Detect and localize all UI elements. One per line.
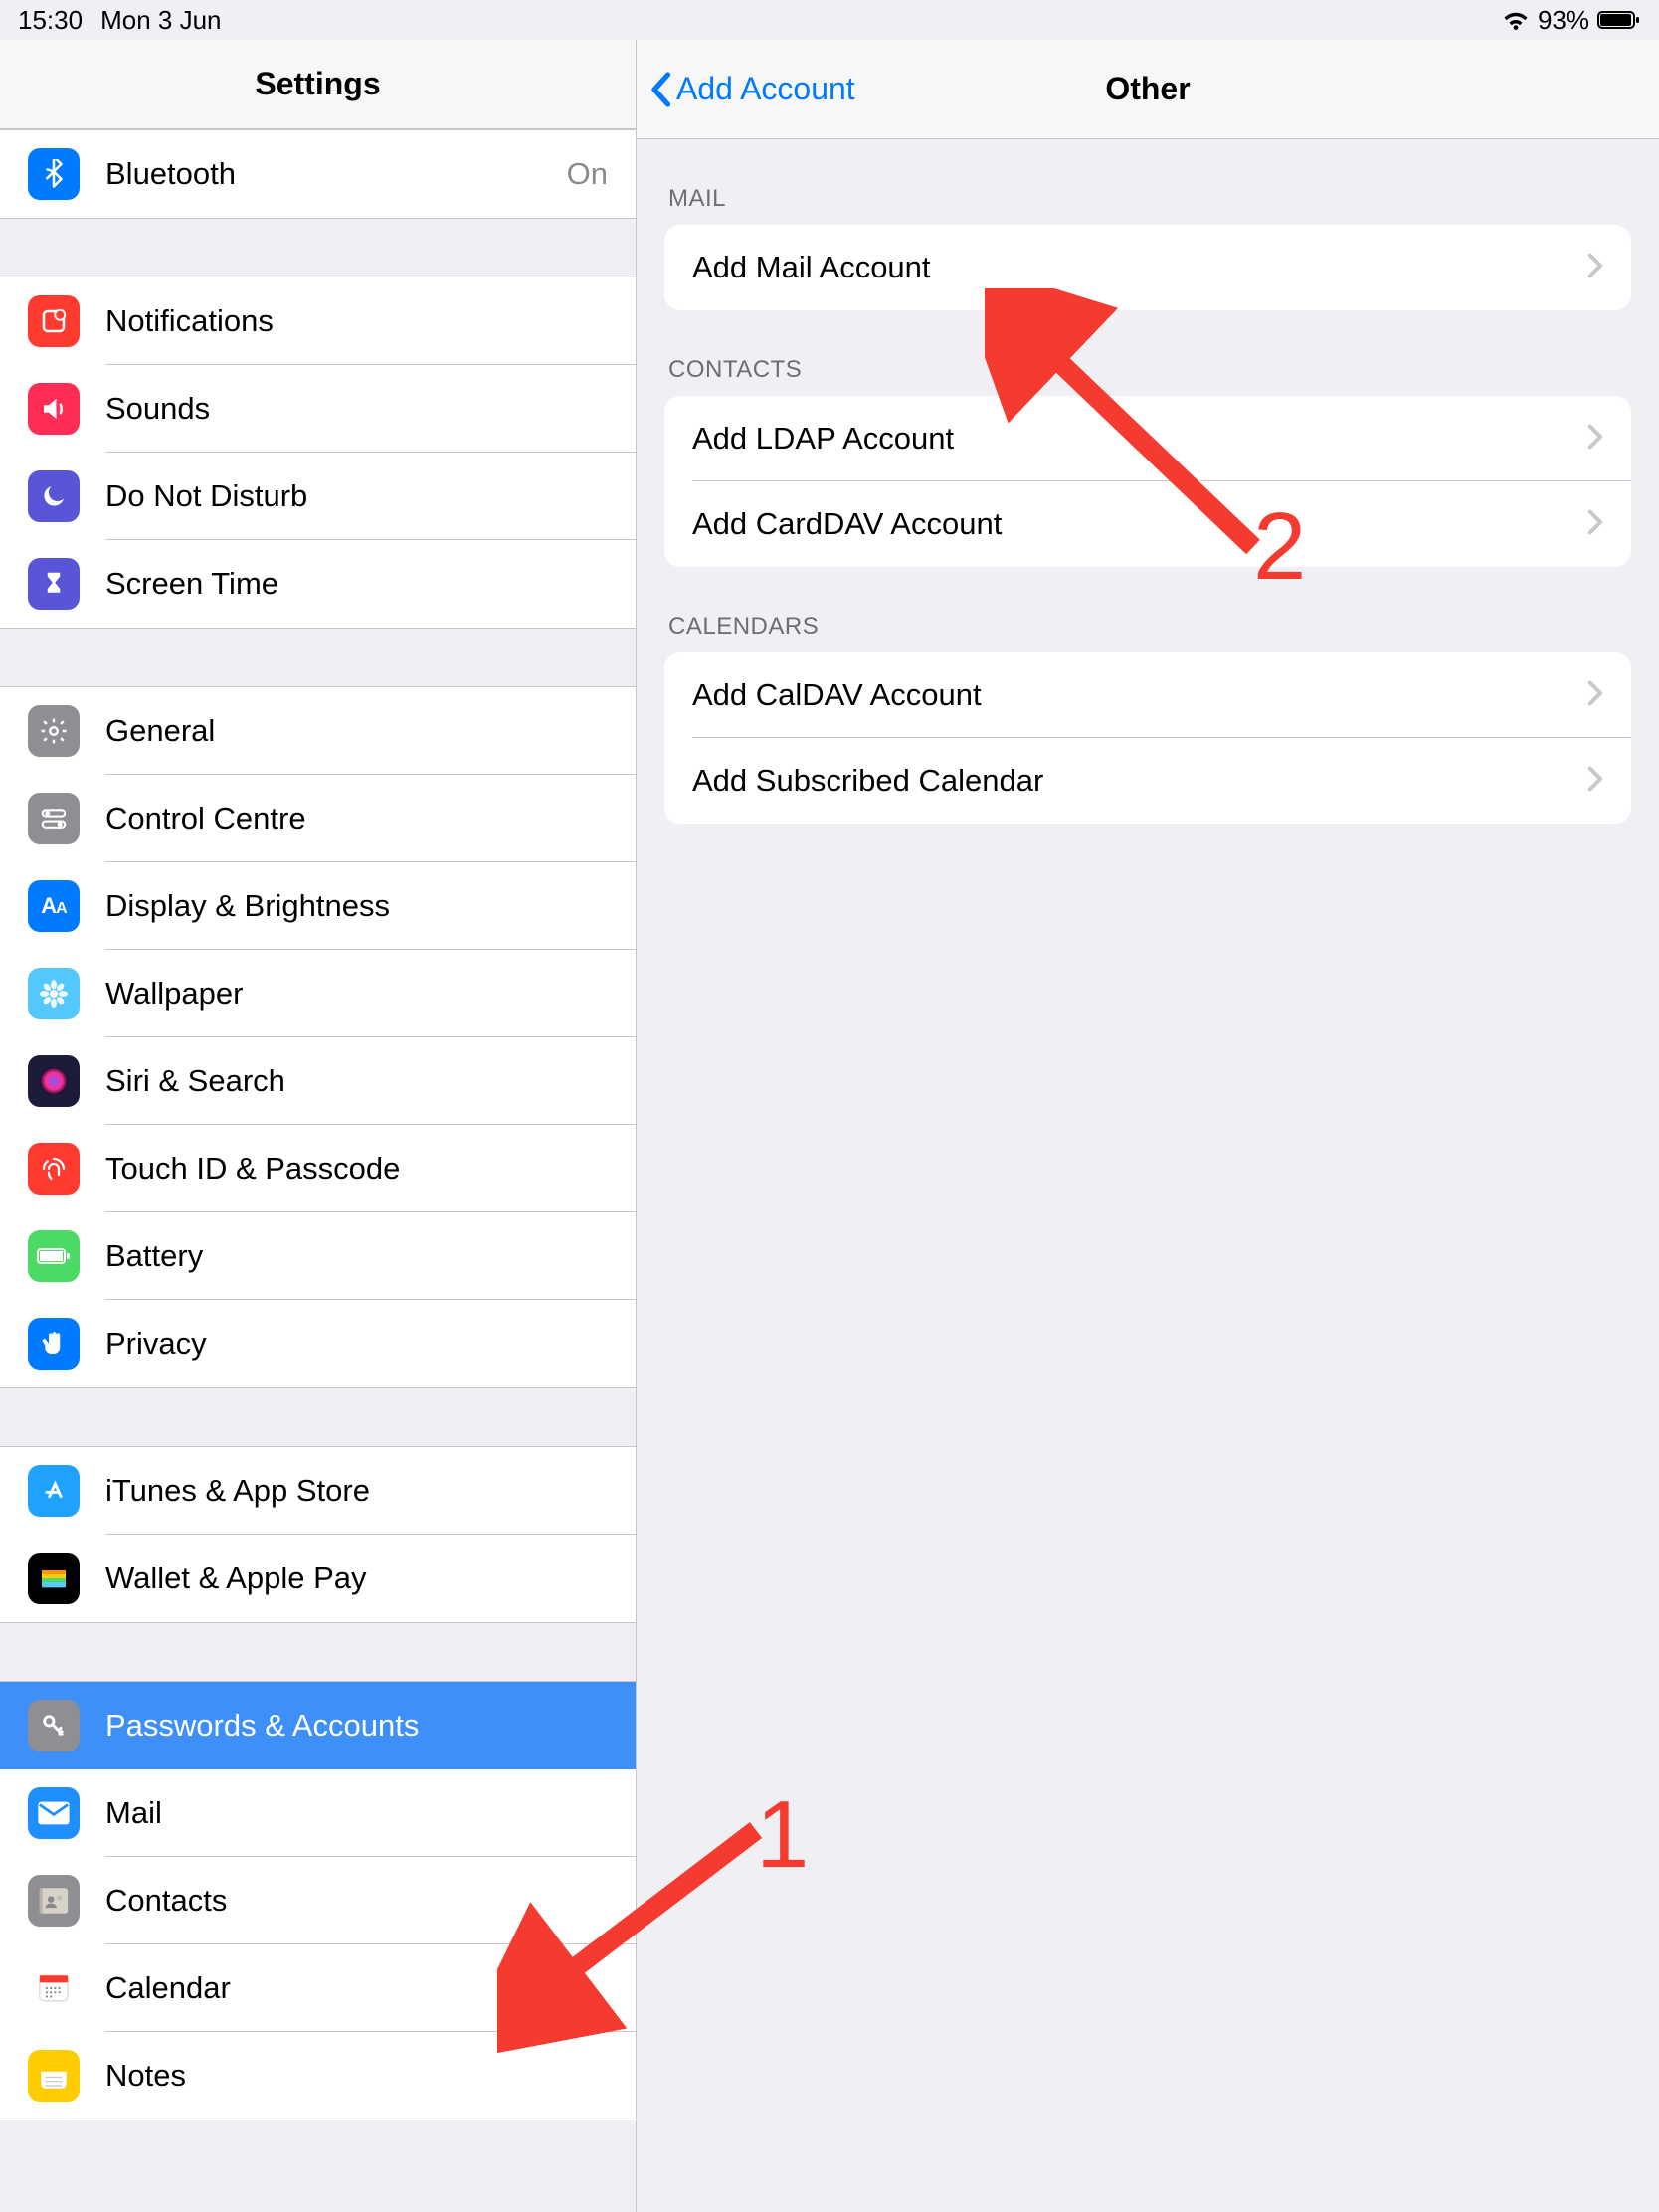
sidebar-item-label: Mail bbox=[105, 1795, 636, 1831]
aa-icon: AA bbox=[28, 880, 80, 932]
status-bar: 15:30 Mon 3 Jun 93% bbox=[0, 0, 1659, 40]
sidebar-item-label: iTunes & App Store bbox=[105, 1473, 636, 1509]
sidebar-item-wallet[interactable]: Wallet & Apple Pay bbox=[0, 1535, 636, 1622]
sidebar-item-label: Passwords & Accounts bbox=[105, 1708, 636, 1744]
flower-icon bbox=[28, 968, 80, 1019]
sidebar-item-label: Wallet & Apple Pay bbox=[105, 1561, 636, 1596]
sidebar-item-value: On bbox=[567, 156, 636, 192]
sidebar-item-label: Wallpaper bbox=[105, 976, 636, 1012]
sidebar-item-label: Contacts bbox=[105, 1883, 636, 1919]
calendar-icon bbox=[28, 1962, 80, 2014]
sidebar-item-label: Calendar bbox=[105, 1970, 636, 2006]
battery-icon bbox=[1597, 9, 1641, 31]
sidebar-item-privacy[interactable]: Privacy bbox=[0, 1300, 636, 1387]
sidebar-item-siri[interactable]: Siri & Search bbox=[0, 1037, 636, 1125]
detail-row-label: Add LDAP Account bbox=[692, 421, 1587, 457]
sidebar-item-mail[interactable]: Mail bbox=[0, 1769, 636, 1857]
chevron-right-icon bbox=[1587, 509, 1603, 540]
sidebar-item-sounds[interactable]: Sounds bbox=[0, 365, 636, 453]
detail-row-label: Add Subscribed Calendar bbox=[692, 763, 1587, 799]
wallet-icon bbox=[28, 1553, 80, 1604]
detail-title: Other bbox=[1105, 71, 1190, 107]
section-header: CONTACTS bbox=[637, 310, 1659, 396]
sidebar-item-label: Touch ID & Passcode bbox=[105, 1151, 636, 1187]
toggles-icon bbox=[28, 793, 80, 844]
wifi-icon bbox=[1502, 9, 1530, 31]
back-label: Add Account bbox=[676, 71, 855, 107]
sidebar-item-display[interactable]: AA Display & Brightness bbox=[0, 862, 636, 950]
detail-header: Add Account Other bbox=[637, 40, 1659, 139]
sidebar-item-label: Notes bbox=[105, 2058, 636, 2094]
battery-percent: 93% bbox=[1538, 5, 1589, 36]
sidebar-item-passwords[interactable]: Passwords & Accounts bbox=[0, 1682, 636, 1769]
sidebar-item-label: Do Not Disturb bbox=[105, 478, 636, 514]
sidebar-item-label: Screen Time bbox=[105, 566, 636, 602]
moon-icon bbox=[28, 470, 80, 522]
bluetooth-icon bbox=[28, 148, 80, 200]
battery-icon bbox=[28, 1230, 80, 1282]
detail-row-label: Add Mail Account bbox=[692, 250, 1587, 285]
hourglass-icon bbox=[28, 558, 80, 610]
sidebar-item-general[interactable]: General bbox=[0, 687, 636, 775]
sidebar-item-bluetooth[interactable]: BluetoothOn bbox=[0, 130, 636, 218]
gear-icon bbox=[28, 705, 80, 757]
detail-row-label: Add CardDAV Account bbox=[692, 506, 1587, 542]
detail-row[interactable]: Add Subscribed Calendar bbox=[664, 738, 1631, 824]
siri-icon bbox=[28, 1055, 80, 1107]
detail-row[interactable]: Add CardDAV Account bbox=[664, 481, 1631, 567]
notifications-icon bbox=[28, 295, 80, 347]
sidebar-item-label: Notifications bbox=[105, 303, 636, 339]
chevron-left-icon bbox=[648, 72, 672, 107]
sidebar-item-touchid[interactable]: Touch ID & Passcode bbox=[0, 1125, 636, 1212]
sidebar-item-label: Privacy bbox=[105, 1326, 636, 1362]
sidebar-item-notifications[interactable]: Notifications bbox=[0, 277, 636, 365]
sidebar-item-label: Control Centre bbox=[105, 801, 636, 836]
contacts-icon bbox=[28, 1875, 80, 1927]
chevron-right-icon bbox=[1587, 424, 1603, 455]
detail-row[interactable]: Add CalDAV Account bbox=[664, 652, 1631, 738]
appstore-icon bbox=[28, 1465, 80, 1517]
chevron-right-icon bbox=[1587, 253, 1603, 283]
detail-pane: Add Account Other MAIL Add Mail Account CO… bbox=[637, 40, 1659, 2212]
mail-icon bbox=[28, 1787, 80, 1839]
sidebar-item-wallpaper[interactable]: Wallpaper bbox=[0, 950, 636, 1037]
detail-row[interactable]: Add LDAP Account bbox=[664, 396, 1631, 481]
detail-row[interactable]: Add Mail Account bbox=[664, 225, 1631, 310]
sidebar-item-dnd[interactable]: Do Not Disturb bbox=[0, 453, 636, 540]
sidebar-item-label: Display & Brightness bbox=[105, 888, 636, 924]
status-time: 15:30 bbox=[18, 5, 83, 36]
status-date: Mon 3 Jun bbox=[100, 5, 221, 36]
sidebar-item-calendar[interactable]: Calendar bbox=[0, 1944, 636, 2032]
sidebar-item-contacts[interactable]: Contacts bbox=[0, 1857, 636, 1944]
main-container: Settings BluetoothOn Notifications Sounds D… bbox=[0, 40, 1659, 2212]
sidebar-item-screentime[interactable]: Screen Time bbox=[0, 540, 636, 628]
sidebar-item-label: Siri & Search bbox=[105, 1063, 636, 1099]
notes-icon bbox=[28, 2050, 80, 2102]
sidebar-item-label: Bluetooth bbox=[105, 156, 567, 192]
sounds-icon bbox=[28, 383, 80, 435]
fingerprint-icon bbox=[28, 1143, 80, 1195]
sidebar-item-itunes[interactable]: iTunes & App Store bbox=[0, 1447, 636, 1535]
hand-icon bbox=[28, 1318, 80, 1370]
sidebar-title: Settings bbox=[0, 40, 636, 129]
key-icon bbox=[28, 1700, 80, 1751]
settings-sidebar: Settings BluetoothOn Notifications Sounds D… bbox=[0, 40, 637, 2212]
sidebar-item-control-centre[interactable]: Control Centre bbox=[0, 775, 636, 862]
detail-row-label: Add CalDAV Account bbox=[692, 677, 1587, 713]
chevron-right-icon bbox=[1587, 766, 1603, 797]
sidebar-item-label: General bbox=[105, 713, 636, 749]
sidebar-item-battery[interactable]: Battery bbox=[0, 1212, 636, 1300]
section-header: MAIL bbox=[637, 139, 1659, 225]
back-button[interactable]: Add Account bbox=[648, 71, 855, 107]
section-header: CALENDARS bbox=[637, 567, 1659, 652]
chevron-right-icon bbox=[1587, 680, 1603, 711]
sidebar-item-label: Sounds bbox=[105, 391, 636, 427]
sidebar-item-label: Battery bbox=[105, 1238, 636, 1274]
sidebar-item-notes[interactable]: Notes bbox=[0, 2032, 636, 2120]
